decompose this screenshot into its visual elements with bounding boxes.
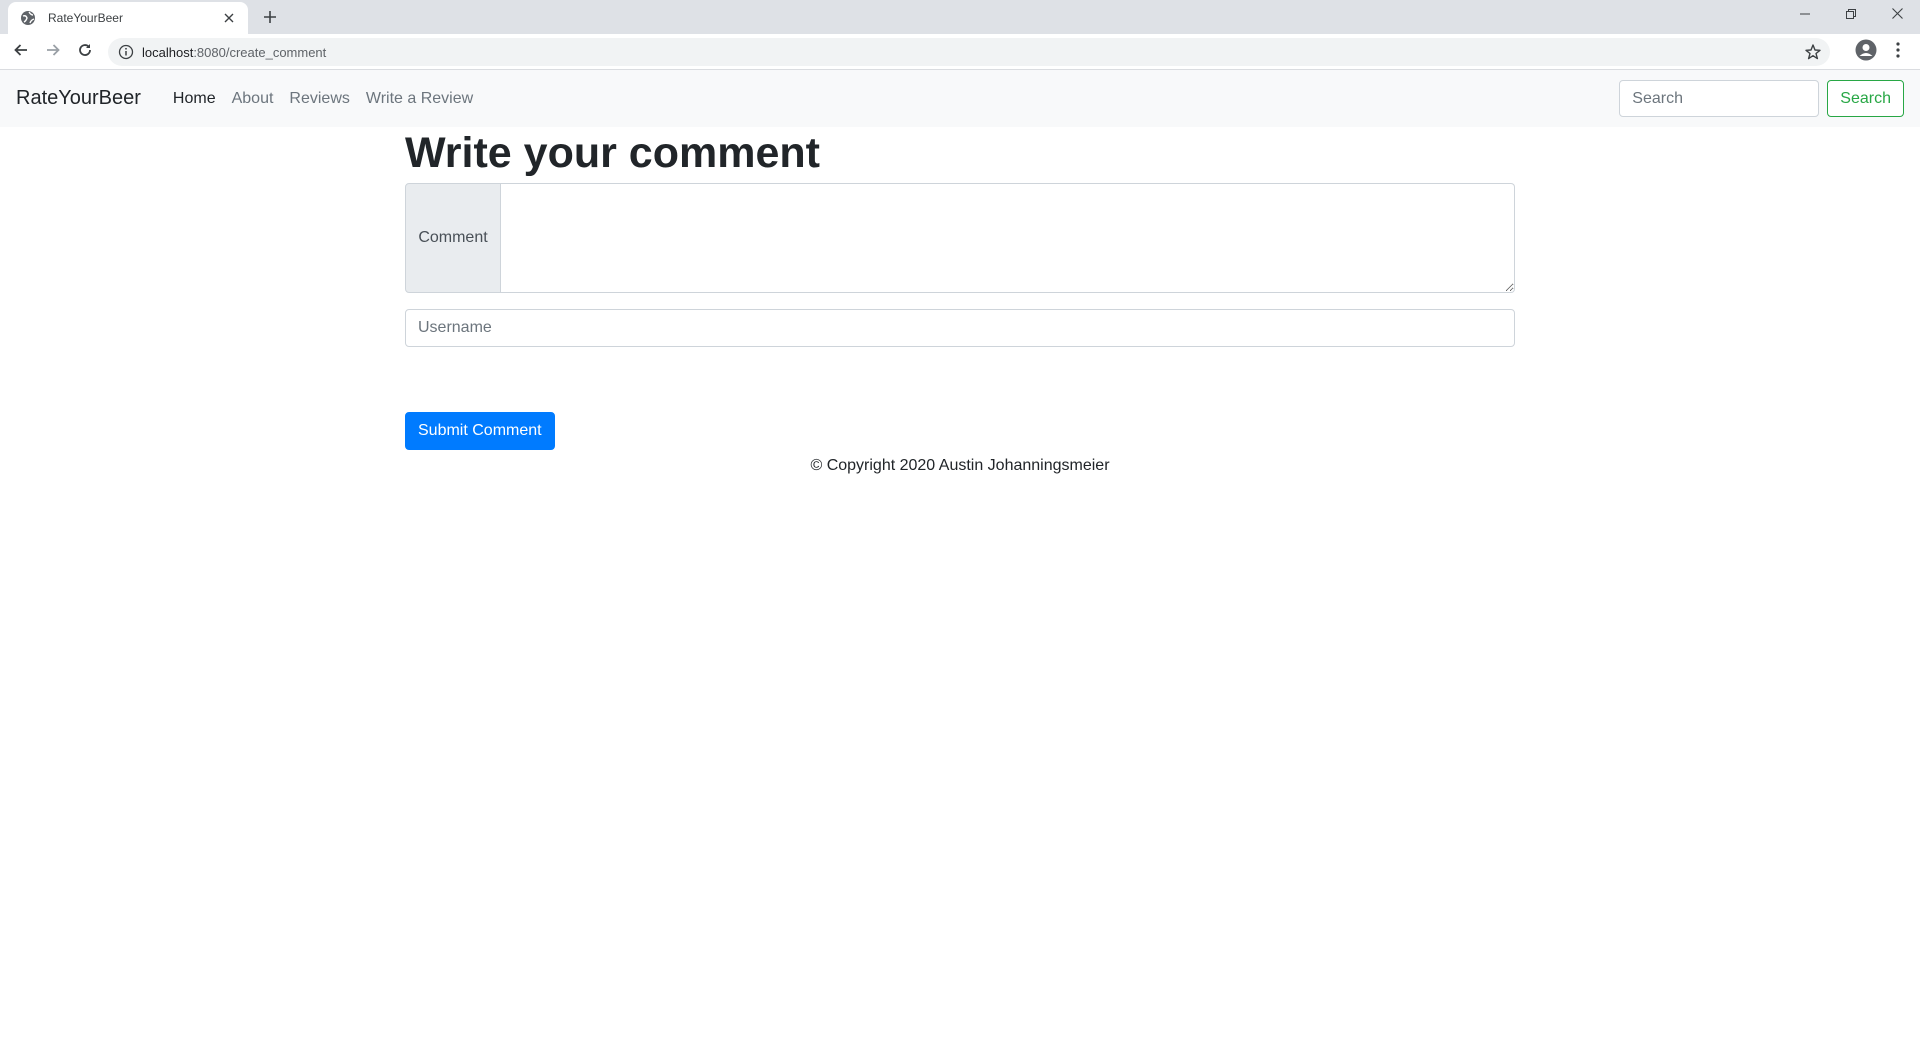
- address-bar[interactable]: localhost:8080/create_comment: [108, 38, 1830, 66]
- navbar-search-form: Search: [1619, 80, 1904, 117]
- window-controls: [1782, 0, 1920, 30]
- search-button[interactable]: Search: [1827, 80, 1904, 117]
- browser-menu-button[interactable]: [1884, 38, 1912, 66]
- nav-link-home[interactable]: Home: [165, 90, 224, 108]
- navbar-brand[interactable]: RateYourBeer: [16, 87, 141, 110]
- page-viewport: RateYourBeer Home About Reviews Write a …: [0, 70, 1920, 1040]
- plus-icon: [263, 10, 277, 29]
- comment-input-group: Comment: [405, 183, 1515, 293]
- profile-button[interactable]: [1852, 38, 1880, 66]
- globe-icon: [20, 10, 36, 26]
- username-input[interactable]: [405, 309, 1515, 347]
- restore-button[interactable]: [1828, 0, 1874, 30]
- info-icon[interactable]: [118, 44, 134, 60]
- footer-copyright: © Copyright 2020 Austin Johanningsmeier: [810, 457, 1110, 474]
- back-button[interactable]: [7, 38, 35, 66]
- close-icon: [1891, 6, 1903, 24]
- close-icon[interactable]: [220, 9, 238, 27]
- browser-tabstrip: RateYourBeer: [0, 0, 1920, 34]
- nav-link-reviews[interactable]: Reviews: [281, 90, 357, 108]
- new-tab-button[interactable]: [258, 7, 282, 31]
- submit-comment-button[interactable]: Submit Comment: [405, 412, 555, 450]
- tab-title: RateYourBeer: [48, 11, 123, 25]
- minimize-button[interactable]: [1782, 0, 1828, 30]
- url-path: :8080/create_comment: [193, 44, 327, 60]
- restore-icon: [1846, 6, 1856, 24]
- forward-button[interactable]: [39, 38, 67, 66]
- kebab-menu-icon: [1896, 41, 1900, 63]
- browser-tab[interactable]: RateYourBeer: [8, 2, 248, 34]
- url-host: localhost: [142, 44, 194, 60]
- reload-button[interactable]: [71, 38, 99, 66]
- comment-label: Comment: [405, 183, 501, 293]
- site-navbar: RateYourBeer Home About Reviews Write a …: [0, 70, 1920, 127]
- url-text: localhost:8080/create_comment: [142, 45, 326, 60]
- nav-link-write-review[interactable]: Write a Review: [358, 90, 481, 108]
- page-title: Write your comment: [405, 129, 820, 177]
- arrow-left-icon: [13, 42, 29, 63]
- search-input[interactable]: [1619, 80, 1820, 117]
- comment-textarea[interactable]: [501, 183, 1515, 293]
- reload-icon: [77, 42, 93, 63]
- nav-links: Home About Reviews Write a Review: [165, 90, 481, 108]
- browser-toolbar: localhost:8080/create_comment: [0, 34, 1920, 70]
- account-icon: [1855, 39, 1877, 66]
- arrow-right-icon: [45, 42, 61, 63]
- close-window-button[interactable]: [1874, 0, 1920, 30]
- star-icon[interactable]: [1804, 43, 1822, 61]
- nav-link-about[interactable]: About: [224, 90, 282, 108]
- minimize-icon: [1800, 6, 1810, 24]
